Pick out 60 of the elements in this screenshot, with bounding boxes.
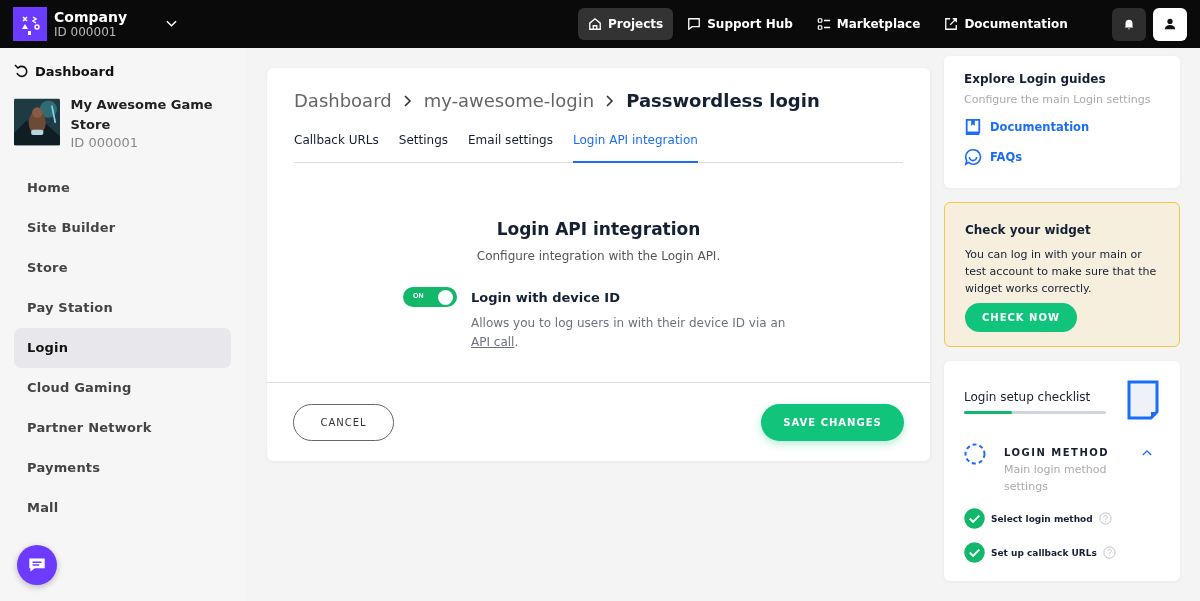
sidebar-item[interactable]: Payments — [14, 448, 231, 488]
chevron-down-icon[interactable] — [166, 20, 177, 28]
chat-icon — [964, 148, 982, 166]
sidebar-item[interactable]: Home — [14, 168, 231, 208]
sidebar-item[interactable]: Cloud Gaming — [14, 368, 231, 408]
widget-text: You can log in with your main or test account to make sure that the widget works correctly. — [965, 247, 1158, 297]
tab[interactable]: Login API integration — [573, 125, 698, 163]
home-icon — [588, 17, 602, 31]
nav-tab[interactable]: Projects — [578, 8, 674, 40]
chevron-right-icon — [403, 94, 412, 107]
widget-title: Check your widget — [965, 223, 1091, 237]
nav-tab[interactable]: Marketplace — [806, 8, 931, 40]
checklist-title: Login setup checklist — [964, 390, 1091, 404]
chat-button[interactable] — [17, 545, 57, 585]
page-title: Passwordless login — [626, 90, 820, 111]
nav-tab[interactable]: Support Hub — [677, 8, 803, 40]
breadcrumb-link[interactable]: my-awesome-login — [423, 90, 595, 111]
bell-icon — [1122, 17, 1136, 31]
back-arrow-icon — [14, 63, 30, 79]
toggle-description: Allows you to log users in with their device ID via an API call. — [471, 315, 787, 351]
chat-icon — [687, 17, 702, 31]
guide-link[interactable]: Documentation — [964, 112, 1160, 142]
external-link-icon — [944, 17, 959, 31]
cancel-button[interactable]: CANCEL — [293, 404, 394, 441]
progress-circle-icon — [964, 443, 986, 465]
chevron-right-icon — [606, 94, 615, 107]
sidebar-item[interactable]: Mall — [14, 488, 231, 528]
checklist-item: Select login method — [991, 513, 1093, 524]
document-icon — [1126, 379, 1160, 421]
project-id: ID 000001 — [70, 135, 140, 150]
chevron-up-icon[interactable] — [1142, 449, 1152, 456]
section-title: Login API integration — [495, 219, 702, 239]
book-icon — [964, 118, 982, 136]
sidebar-item[interactable]: Store — [14, 248, 231, 288]
sidebar-item[interactable]: Site Builder — [14, 208, 231, 248]
profile-button[interactable] — [1153, 7, 1187, 41]
sidebar-item[interactable]: Pay Station — [14, 288, 231, 328]
sidebar-item[interactable]: Login — [14, 328, 231, 368]
company-name: Company — [54, 9, 129, 25]
section-subtitle: Configure integration with the Login API. — [475, 249, 722, 263]
toggle-label: Login with device ID — [471, 290, 620, 305]
sidebar-item[interactable]: Partner Network — [14, 408, 231, 448]
breadcrumb-link[interactable]: Dashboard — [294, 90, 392, 111]
nav-tab[interactable]: Documentation — [934, 8, 1078, 40]
guide-link[interactable]: FAQs — [964, 142, 1160, 172]
notifications-button[interactable] — [1112, 7, 1146, 41]
company-id: ID 000001 — [54, 25, 118, 39]
guides-subtitle: Configure the main Login settings — [964, 93, 1152, 106]
list-icon — [816, 17, 831, 31]
tab[interactable]: Callback URLs — [294, 125, 379, 162]
method-subtitle: Main login method settings — [1004, 462, 1108, 495]
back-link[interactable]: Dashboard — [14, 63, 231, 79]
project-name: My Awesome Game Store — [70, 96, 214, 134]
tab[interactable]: Email settings — [468, 125, 553, 162]
user-icon — [1163, 17, 1177, 31]
method-title: LOGIN METHOD — [1004, 447, 1111, 458]
tab[interactable]: Settings — [398, 125, 448, 162]
guides-title: Explore Login guides — [964, 72, 1107, 86]
checklist-item: Set up callback URLs — [991, 547, 1097, 558]
company-logo — [13, 7, 47, 41]
